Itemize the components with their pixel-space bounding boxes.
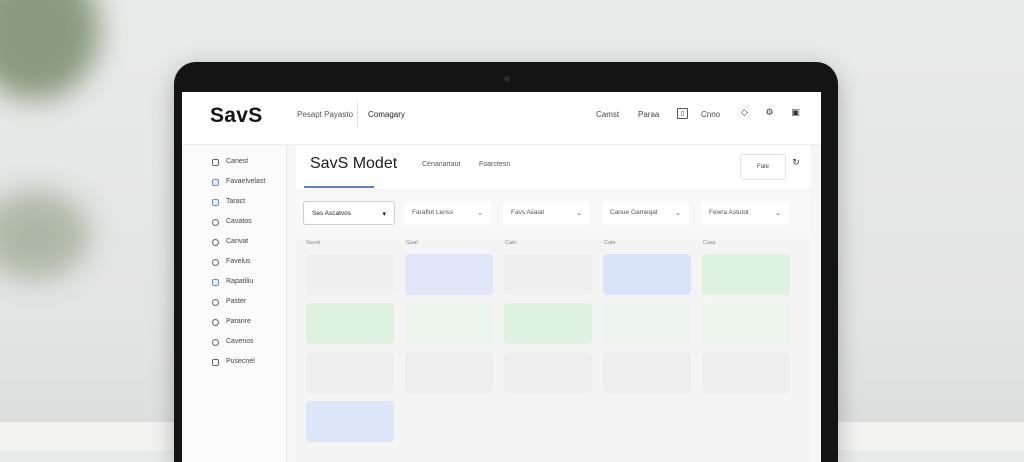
filter-dropdown-4[interactable]: Canue Gameqat ⌄ bbox=[602, 201, 689, 225]
filter-dropdown-5[interactable]: Fewra Astutot ⌄ bbox=[701, 201, 789, 225]
column-label: Cass bbox=[703, 240, 716, 246]
sidebar-item-label: Favelus bbox=[226, 258, 251, 265]
nav-link-5[interactable]: Cnno bbox=[701, 110, 720, 119]
sidebar-item-label: Paster bbox=[226, 298, 247, 305]
circle-icon bbox=[212, 318, 219, 326]
sidebar-item-5[interactable]: Canvat bbox=[212, 236, 248, 248]
sidebar-item-2[interactable]: Favaelvelast bbox=[212, 176, 265, 188]
card[interactable] bbox=[603, 254, 691, 295]
sidebar-item-label: Cavenos bbox=[226, 338, 254, 345]
sidebar: Canest Favaelvelast Taract Cavatos Canva… bbox=[182, 145, 287, 462]
card[interactable] bbox=[504, 303, 592, 344]
sidebar-item-label: Pusecnel bbox=[226, 358, 255, 365]
sidebar-item-8[interactable]: Paster bbox=[212, 296, 246, 308]
export-icon[interactable]: ▯ bbox=[677, 108, 688, 119]
page-header: SavS Modet Cenanartaut Foarctesn Fate ↻ bbox=[296, 145, 810, 189]
settings-icon[interactable]: ⚙ bbox=[764, 108, 775, 119]
filter-label: Fewra Astutot bbox=[709, 209, 749, 216]
sidebar-item-1[interactable]: Canest bbox=[212, 156, 248, 168]
sidebar-item-4[interactable]: Cavatos bbox=[212, 216, 252, 228]
filter-dropdown-2[interactable]: Faraflot Lenss ⌄ bbox=[404, 201, 491, 225]
sidebar-item-label: Cavatos bbox=[226, 218, 252, 225]
refresh-icon[interactable]: ↻ bbox=[790, 157, 802, 169]
filter-bar: Ses Ascatvos ▾ Faraflot Lenss ⌄ Favs Aii… bbox=[296, 193, 810, 237]
circle-icon bbox=[212, 298, 219, 306]
sidebar-item-11[interactable]: Pusecnel bbox=[212, 356, 255, 368]
sidebar-item-10[interactable]: Cavenos bbox=[212, 336, 254, 348]
filter-label: Faraflot Lenss bbox=[412, 209, 454, 216]
filter-label: Favs Aiiaiat bbox=[511, 209, 545, 216]
laptop: SavS Pesapt Payasto Comagary Camst Paraa… bbox=[174, 62, 838, 462]
filter-label: Canue Gameqat bbox=[610, 209, 658, 216]
diamond-icon[interactable]: ◇ bbox=[739, 108, 750, 119]
card[interactable] bbox=[603, 303, 691, 344]
column-label: Cate bbox=[604, 240, 616, 246]
sidebar-item-6[interactable]: Favelus bbox=[212, 256, 251, 268]
card[interactable] bbox=[405, 254, 493, 295]
sidebar-item-label: Canvat bbox=[226, 238, 249, 245]
sidebar-item-3[interactable]: Taract bbox=[212, 196, 245, 208]
active-tab-indicator bbox=[304, 186, 374, 188]
filter-dropdown-3[interactable]: Favs Aiiaiat ⌄ bbox=[503, 201, 590, 225]
column-label: Savot bbox=[306, 240, 321, 246]
card[interactable] bbox=[306, 303, 394, 344]
checkbox-icon bbox=[212, 178, 219, 186]
screen: SavS Pesapt Payasto Comagary Camst Paraa… bbox=[182, 92, 821, 462]
window-icon[interactable]: ▣ bbox=[790, 108, 801, 119]
nav-link-3[interactable]: Camst bbox=[596, 110, 619, 119]
card[interactable] bbox=[504, 254, 592, 295]
nav-divider bbox=[357, 102, 358, 128]
circle-icon bbox=[212, 238, 219, 246]
card[interactable] bbox=[603, 352, 691, 393]
card[interactable] bbox=[702, 303, 790, 344]
card[interactable] bbox=[702, 352, 790, 393]
square-icon bbox=[212, 358, 219, 366]
nav-link-1[interactable]: Pesapt Payasto bbox=[297, 110, 353, 119]
column-label: Gaat bbox=[406, 240, 418, 246]
top-bar: SavS Pesapt Payasto Comagary Camst Paraa… bbox=[182, 92, 821, 145]
card[interactable] bbox=[306, 254, 394, 295]
checkbox-icon bbox=[212, 278, 219, 286]
card[interactable] bbox=[306, 401, 394, 442]
tab-2[interactable]: Foarctesn bbox=[479, 161, 510, 168]
filter-label: Ses Ascatvos bbox=[312, 210, 352, 217]
sidebar-item-label: Canest bbox=[226, 158, 249, 165]
chevron-down-icon: ⌄ bbox=[675, 209, 681, 217]
filter-dropdown-1[interactable]: Ses Ascatvos ▾ bbox=[303, 201, 395, 225]
card[interactable] bbox=[306, 352, 394, 393]
app-logo[interactable]: SavS bbox=[210, 104, 263, 128]
card[interactable] bbox=[405, 303, 493, 344]
background-plant bbox=[0, 0, 100, 100]
sidebar-item-label: Rapatiliu bbox=[226, 278, 254, 285]
card[interactable] bbox=[405, 352, 493, 393]
circle-icon bbox=[212, 218, 219, 226]
checkbox-icon bbox=[212, 198, 219, 206]
square-icon bbox=[212, 158, 219, 166]
sidebar-item-7[interactable]: Rapatiliu bbox=[212, 276, 253, 288]
header-action-button[interactable]: Fate bbox=[740, 154, 786, 180]
card[interactable] bbox=[504, 352, 592, 393]
sidebar-item-label: Taract bbox=[226, 198, 246, 205]
chevron-down-icon: ⌄ bbox=[576, 209, 582, 217]
chevron-down-icon: ⌄ bbox=[477, 209, 483, 217]
chevron-down-icon: ⌄ bbox=[775, 209, 781, 217]
tab-1[interactable]: Cenanartaut bbox=[422, 161, 461, 168]
circle-icon bbox=[212, 338, 219, 346]
chevron-down-icon: ▾ bbox=[382, 210, 386, 218]
page-title: SavS Modet bbox=[310, 155, 398, 172]
camera-dot bbox=[504, 76, 510, 82]
nav-link-2[interactable]: Comagary bbox=[368, 110, 405, 119]
sidebar-item-9[interactable]: Paranre bbox=[212, 316, 251, 328]
card[interactable] bbox=[702, 254, 790, 295]
card-grid: Savot Gaat Cate Cate Cass bbox=[296, 240, 810, 462]
sidebar-item-label: Paranre bbox=[226, 318, 251, 325]
column-label: Cate bbox=[505, 240, 517, 246]
circle-icon bbox=[212, 258, 219, 266]
sidebar-item-label: Favaelvelast bbox=[226, 178, 266, 185]
background-plant-leaf bbox=[0, 190, 90, 280]
main-content: SavS Modet Cenanartaut Foarctesn Fate ↻ … bbox=[296, 145, 810, 462]
nav-link-4[interactable]: Paraa bbox=[638, 110, 659, 119]
